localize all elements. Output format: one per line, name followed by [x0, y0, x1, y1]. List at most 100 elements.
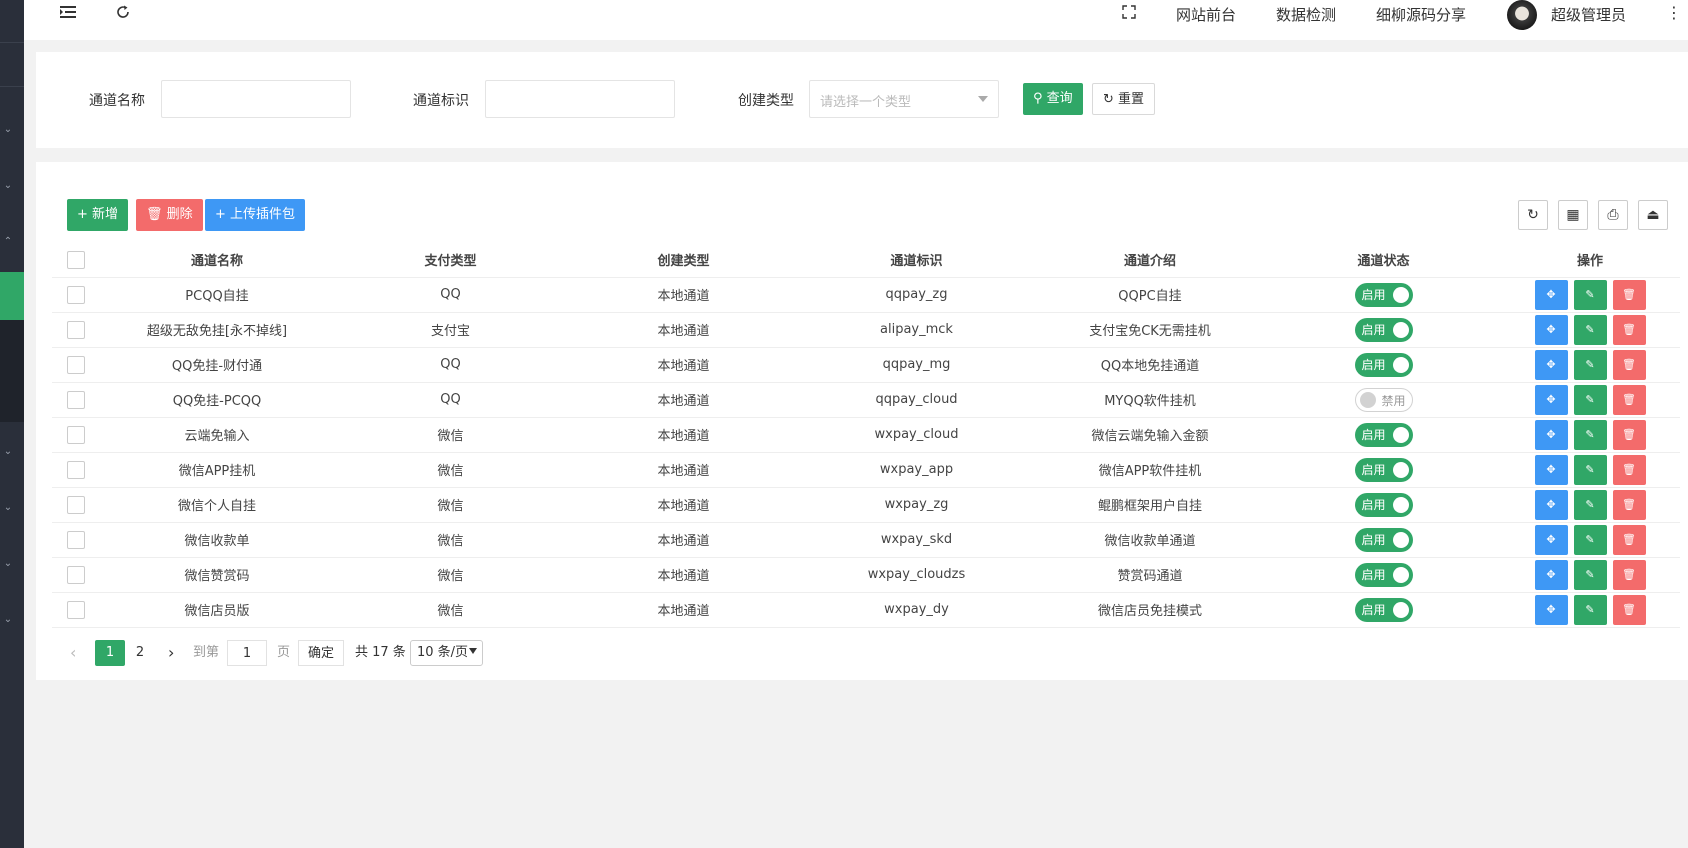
sidebar-item-active[interactable]: [0, 272, 24, 320]
delete-row-button[interactable]: 🗑: [1612, 559, 1646, 590]
status-toggle[interactable]: 启用: [1354, 422, 1413, 447]
row-checkbox[interactable]: [67, 285, 85, 304]
channel-name-input[interactable]: [161, 80, 351, 118]
move-button[interactable]: ✥: [1534, 524, 1568, 555]
chevron-down-icon[interactable]: ⌄: [2, 446, 14, 458]
user-name[interactable]: 超级管理员: [1551, 4, 1626, 25]
status-toggle[interactable]: 启用: [1354, 282, 1413, 307]
move-button[interactable]: ✥: [1534, 419, 1568, 450]
column-header: 创建类型: [567, 243, 800, 278]
pay-type-cell: 微信: [334, 557, 567, 593]
add-button[interactable]: + 新增: [67, 199, 129, 231]
delete-button[interactable]: 🗑 删除: [136, 199, 203, 231]
fullscreen-icon[interactable]: [1122, 4, 1136, 23]
status-toggle[interactable]: 启用: [1354, 562, 1413, 587]
nav-link-source-share[interactable]: 细柳源码分享: [1376, 4, 1466, 25]
status-toggle[interactable]: 启用: [1354, 352, 1413, 377]
page-2[interactable]: 2: [130, 640, 150, 666]
delete-row-button[interactable]: 🗑: [1612, 419, 1646, 450]
edit-button[interactable]: ✎: [1573, 419, 1607, 450]
create-type-select[interactable]: 请选择一个类型: [809, 80, 999, 118]
edit-button[interactable]: ✎: [1573, 594, 1607, 625]
query-button[interactable]: ⚲ 查询: [1023, 83, 1083, 115]
edit-button[interactable]: ✎: [1573, 349, 1607, 380]
reset-button[interactable]: ↻ 重置: [1092, 83, 1156, 115]
edit-button[interactable]: ✎: [1573, 454, 1607, 485]
move-button[interactable]: ✥: [1534, 454, 1568, 485]
delete-row-button[interactable]: 🗑: [1612, 314, 1646, 345]
delete-row-button[interactable]: 🗑: [1612, 279, 1646, 310]
move-button[interactable]: ✥: [1534, 559, 1568, 590]
page-current[interactable]: 1: [95, 640, 125, 666]
status-toggle[interactable]: 启用: [1354, 527, 1413, 552]
status-toggle[interactable]: 禁用: [1354, 387, 1413, 412]
print-button[interactable]: ⎙: [1598, 200, 1628, 230]
delete-row-button[interactable]: 🗑: [1612, 489, 1646, 520]
export-button[interactable]: ⏏: [1638, 200, 1668, 230]
page-size-select[interactable]: 10 条/页: [410, 640, 483, 666]
move-button[interactable]: ✥: [1534, 349, 1568, 380]
chevron-down-icon[interactable]: ⌄: [2, 180, 14, 192]
chevron-down-icon[interactable]: ⌄: [2, 124, 14, 136]
edit-button[interactable]: ✎: [1573, 384, 1607, 415]
goto-confirm-button[interactable]: 确定: [298, 640, 344, 666]
channel-name-cell: 微信店员版: [100, 592, 334, 628]
chevron-down-icon[interactable]: ⌄: [2, 502, 14, 514]
edit-button[interactable]: ✎: [1573, 489, 1607, 520]
row-checkbox[interactable]: [67, 425, 85, 444]
trash-icon: 🗑: [1622, 392, 1636, 406]
row-checkbox[interactable]: [67, 530, 85, 549]
row-checkbox[interactable]: [67, 355, 85, 374]
status-toggle[interactable]: 启用: [1354, 457, 1413, 482]
delete-row-button[interactable]: 🗑: [1612, 384, 1646, 415]
move-button[interactable]: ✥: [1534, 314, 1568, 345]
create-type-placeholder: 请选择一个类型: [820, 95, 912, 110]
delete-row-button[interactable]: 🗑: [1612, 349, 1646, 380]
status-toggle[interactable]: 启用: [1354, 597, 1413, 622]
channel-name-cell: 超级无敌免挂[永不掉线]: [100, 312, 334, 348]
next-page-icon[interactable]: ›: [168, 640, 174, 666]
nav-link-frontend[interactable]: 网站前台: [1176, 4, 1236, 25]
columns-button[interactable]: ▦: [1558, 200, 1588, 230]
channel-code-input[interactable]: [485, 80, 675, 118]
move-button[interactable]: ✥: [1534, 594, 1568, 625]
row-checkbox[interactable]: [67, 320, 85, 339]
avatar[interactable]: [1507, 0, 1537, 30]
channel-intro-cell: 鲲鹏框架用户自挂: [1033, 487, 1267, 523]
delete-row-button[interactable]: 🗑: [1612, 454, 1646, 485]
upload-plugin-button[interactable]: + 上传插件包: [205, 199, 306, 231]
pencil-icon: ✎: [1585, 322, 1595, 336]
table-refresh-button[interactable]: ↻: [1518, 200, 1548, 230]
chevron-up-icon[interactable]: ⌃: [2, 236, 14, 248]
trash-icon: 🗑: [1622, 497, 1636, 511]
row-checkbox[interactable]: [67, 600, 85, 619]
row-checkbox[interactable]: [67, 460, 85, 479]
more-vertical-icon[interactable]: ⋮: [1666, 3, 1682, 22]
edit-button[interactable]: ✎: [1573, 559, 1607, 590]
row-checkbox[interactable]: [67, 495, 85, 514]
top-header: 网站前台 数据检测 细柳源码分享 超级管理员 ⋮: [24, 0, 1688, 40]
nav-link-data-check[interactable]: 数据检测: [1276, 4, 1336, 25]
goto-page-input[interactable]: 1: [227, 640, 267, 666]
delete-row-button[interactable]: 🗑: [1612, 594, 1646, 625]
edit-button[interactable]: ✎: [1573, 314, 1607, 345]
move-button[interactable]: ✥: [1534, 489, 1568, 520]
channel-name-cell: QQ免挂-财付通: [100, 347, 334, 383]
delete-row-button[interactable]: 🗑: [1612, 524, 1646, 555]
row-checkbox[interactable]: [67, 565, 85, 584]
menu-collapse-icon[interactable]: [60, 4, 76, 23]
move-button[interactable]: ✥: [1534, 384, 1568, 415]
status-toggle[interactable]: 启用: [1354, 317, 1413, 342]
refresh-icon[interactable]: [116, 4, 130, 23]
edit-button[interactable]: ✎: [1573, 524, 1607, 555]
chevron-down-icon[interactable]: ⌄: [2, 614, 14, 626]
row-checkbox[interactable]: [67, 390, 85, 409]
move-button[interactable]: ✥: [1534, 279, 1568, 310]
edit-button[interactable]: ✎: [1573, 279, 1607, 310]
upload-label: 上传插件包: [230, 207, 296, 222]
pencil-icon: ✎: [1585, 392, 1595, 406]
status-toggle[interactable]: 启用: [1354, 492, 1413, 517]
select-all-checkbox[interactable]: [67, 250, 85, 269]
prev-page-icon[interactable]: ‹: [70, 640, 76, 666]
chevron-down-icon[interactable]: ⌄: [2, 558, 14, 570]
